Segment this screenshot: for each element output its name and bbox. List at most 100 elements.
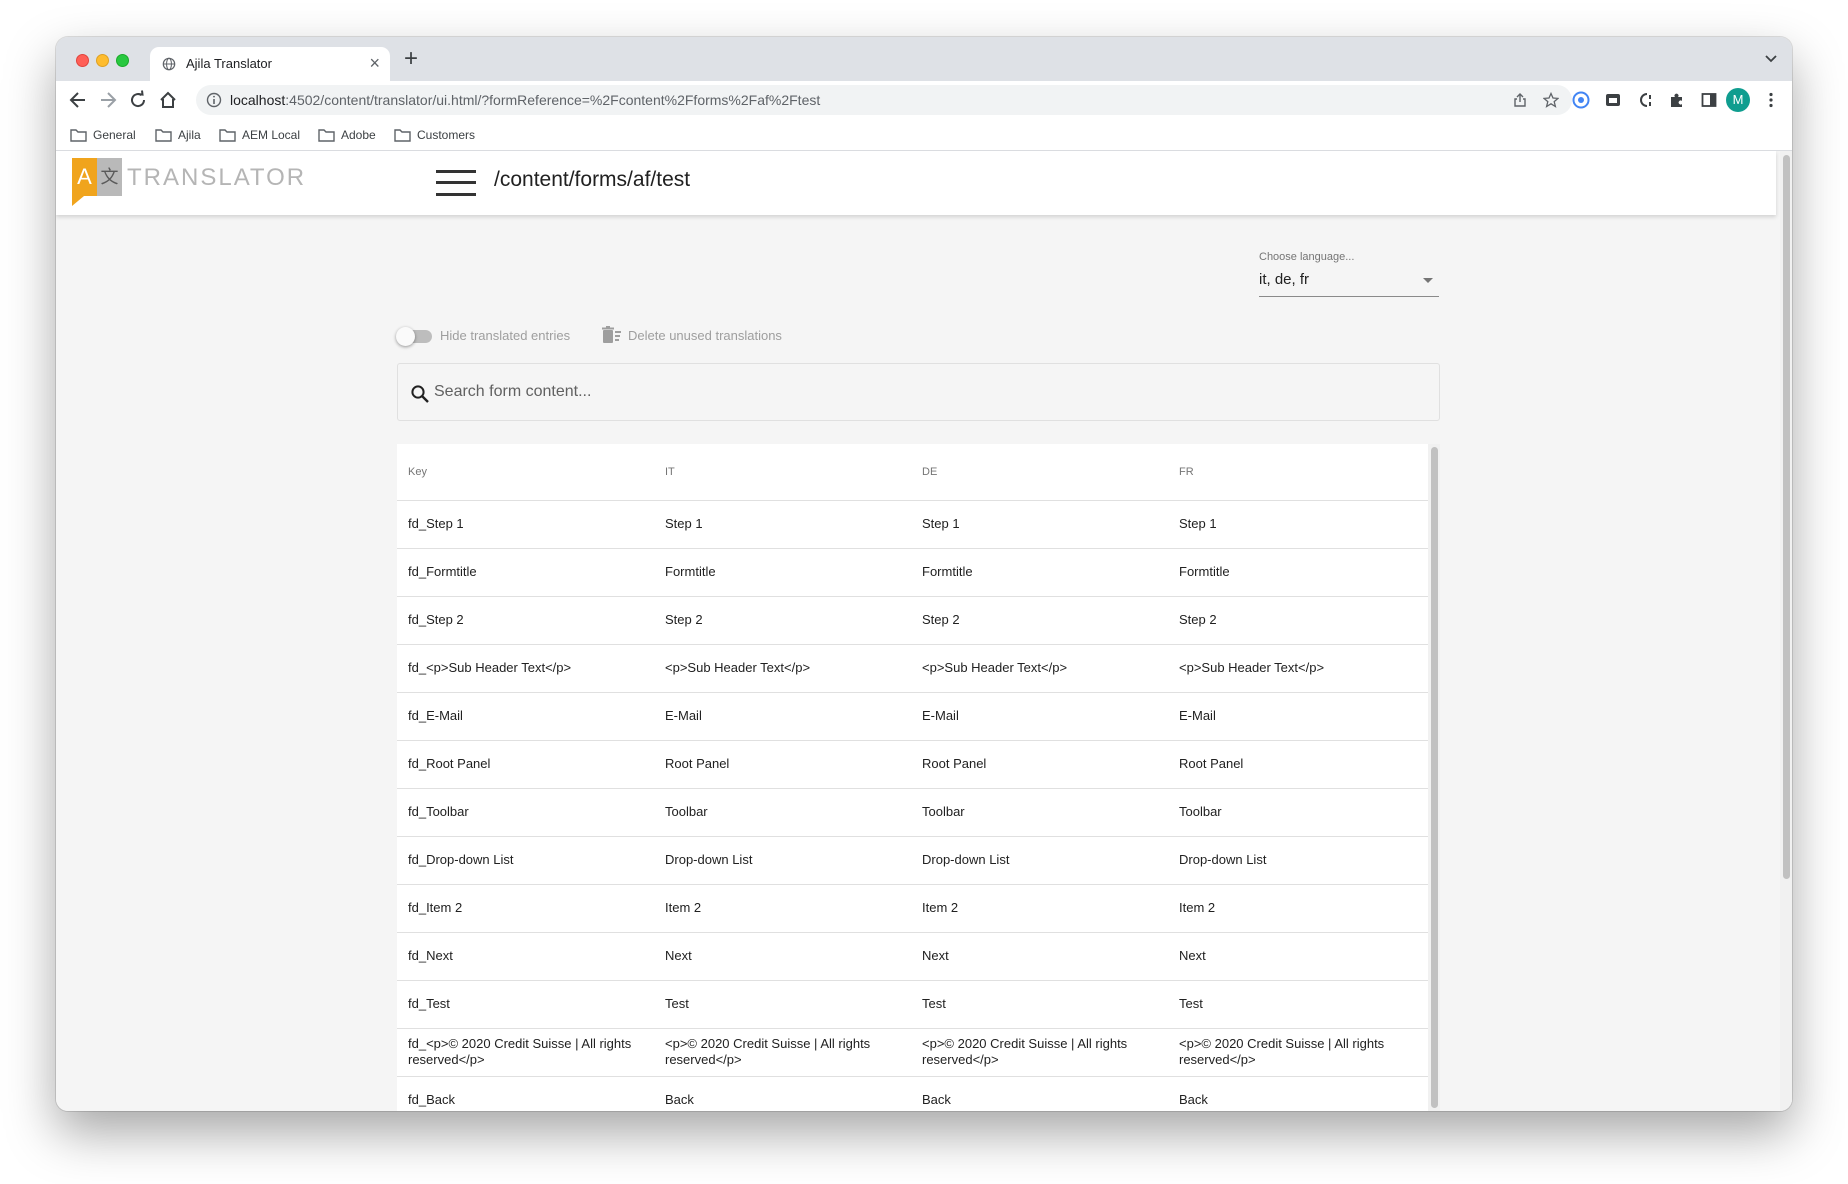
close-window-button[interactable] (76, 54, 89, 67)
table-row[interactable]: fd_Item 2 Item 2 Item 2 Item 2 (397, 884, 1428, 933)
hide-translated-toggle[interactable] (396, 327, 432, 346)
fr-cell[interactable]: Back (1168, 1076, 1428, 1111)
browser-tab[interactable]: Ajila Translator × (150, 47, 390, 81)
it-cell[interactable]: Root Panel (654, 740, 911, 789)
new-tab-button[interactable]: + (404, 47, 418, 71)
back-arrow-icon[interactable] (68, 90, 88, 110)
chevron-down-icon[interactable] (1764, 51, 1778, 65)
info-icon[interactable] (206, 92, 222, 108)
fr-cell[interactable]: E-Mail (1168, 692, 1428, 741)
de-cell[interactable]: <p>© 2020 Credit Suisse | All rights res… (911, 1028, 1168, 1077)
it-cell[interactable]: <p>© 2020 Credit Suisse | All rights res… (654, 1028, 911, 1077)
table-row[interactable]: fd_Root Panel Root Panel Root Panel Root… (397, 740, 1428, 789)
forward-arrow-icon[interactable] (98, 90, 118, 110)
url-text[interactable]: localhost:4502/content/translator/ui.htm… (230, 92, 820, 108)
table-row[interactable]: fd_<p>© 2020 Credit Suisse | All rights … (397, 1028, 1428, 1077)
de-cell[interactable]: Formtitle (911, 548, 1168, 597)
tab-close-icon[interactable]: × (369, 53, 380, 74)
de-cell[interactable]: Next (911, 932, 1168, 981)
it-cell[interactable]: Drop-down List (654, 836, 911, 885)
table-row[interactable]: fd_Step 1 Step 1 Step 1 Step 1 (397, 500, 1428, 549)
profile-avatar[interactable]: M (1726, 88, 1750, 112)
kebab-menu-icon[interactable] (1762, 91, 1780, 109)
side-panel-icon[interactable] (1700, 91, 1718, 109)
column-header-it[interactable]: IT (654, 444, 911, 501)
key-cell: fd_Step 2 (397, 596, 654, 645)
hamburger-menu-icon[interactable] (436, 167, 476, 199)
delete-unused-button[interactable]: Delete unused translations (628, 328, 782, 343)
extension-g-icon[interactable] (1572, 91, 1590, 109)
language-select-label: Choose language... (1259, 251, 1355, 263)
table-row[interactable]: fd_Drop-down List Drop-down List Drop-do… (397, 836, 1428, 885)
table-row[interactable]: fd_Back Back Back Back (397, 1076, 1428, 1111)
it-cell[interactable]: Step 2 (654, 596, 911, 645)
table-row[interactable]: fd_Formtitle Formtitle Formtitle Formtit… (397, 548, 1428, 597)
maximize-window-button[interactable] (116, 54, 129, 67)
puzzle-icon[interactable] (1668, 91, 1686, 109)
page-scrollbar[interactable] (1780, 151, 1792, 1111)
share-icon[interactable] (1512, 92, 1528, 108)
column-header-fr[interactable]: FR (1168, 444, 1428, 501)
table-row[interactable]: fd_Step 2 Step 2 Step 2 Step 2 (397, 596, 1428, 645)
de-cell[interactable]: <p>Sub Header Text</p> (911, 644, 1168, 693)
de-cell[interactable]: Step 1 (911, 500, 1168, 549)
hide-translated-label[interactable]: Hide translated entries (440, 328, 570, 343)
extension-window-icon[interactable] (1604, 91, 1622, 109)
de-cell[interactable]: Drop-down List (911, 836, 1168, 885)
it-cell[interactable]: Toolbar (654, 788, 911, 837)
de-cell[interactable]: Step 2 (911, 596, 1168, 645)
language-select-value: it, de, fr (1259, 271, 1310, 288)
fr-cell[interactable]: <p>Sub Header Text</p> (1168, 644, 1428, 693)
page-title: /content/forms/af/test (494, 168, 691, 191)
table-row[interactable]: fd_E-Mail E-Mail E-Mail E-Mail (397, 692, 1428, 741)
it-cell[interactable]: Next (654, 932, 911, 981)
home-icon[interactable] (158, 90, 178, 110)
de-cell[interactable]: Item 2 (911, 884, 1168, 933)
de-cell[interactable]: Root Panel (911, 740, 1168, 789)
table-scrollbar-thumb[interactable] (1431, 447, 1438, 1108)
it-cell[interactable]: Test (654, 980, 911, 1029)
it-cell[interactable]: Formtitle (654, 548, 911, 597)
fr-cell[interactable]: Root Panel (1168, 740, 1428, 789)
extension-code-icon[interactable] (1636, 91, 1654, 109)
bookmark-star-icon[interactable] (1543, 92, 1559, 108)
column-header-de[interactable]: DE (911, 444, 1168, 501)
url-path: :4502/content/translator/ui.html/?formRe… (285, 92, 821, 108)
app-header: A 文 TRANSLATOR /content/forms/af/test (56, 151, 1776, 215)
fr-cell[interactable]: Step 2 (1168, 596, 1428, 645)
column-header-key[interactable]: Key (397, 444, 654, 501)
minimize-window-button[interactable] (96, 54, 109, 67)
de-cell[interactable]: Toolbar (911, 788, 1168, 837)
search-input[interactable] (434, 378, 1424, 406)
fr-cell[interactable]: Toolbar (1168, 788, 1428, 837)
fr-cell[interactable]: Next (1168, 932, 1428, 981)
fr-cell[interactable]: Test (1168, 980, 1428, 1029)
address-bar[interactable]: localhost:4502/content/translator/ui.htm… (196, 85, 1572, 115)
it-cell[interactable]: E-Mail (654, 692, 911, 741)
it-cell[interactable]: <p>Sub Header Text</p> (654, 644, 911, 693)
translator-app: A 文 TRANSLATOR /content/forms/af/test Ch… (56, 151, 1792, 1111)
table-scrollbar[interactable] (1428, 444, 1440, 1111)
delete-sweep-icon[interactable] (602, 326, 622, 344)
it-cell[interactable]: Step 1 (654, 500, 911, 549)
it-cell[interactable]: Back (654, 1076, 911, 1111)
fr-cell[interactable]: Drop-down List (1168, 836, 1428, 885)
table-row[interactable]: fd_Test Test Test Test (397, 980, 1428, 1029)
url-host: localhost (230, 92, 286, 108)
de-cell[interactable]: Back (911, 1076, 1168, 1111)
fr-cell[interactable]: Formtitle (1168, 548, 1428, 597)
translate-icon: 文 (97, 158, 122, 196)
language-select[interactable]: Choose language... it, de, fr (1259, 251, 1439, 297)
fr-cell[interactable]: Step 1 (1168, 500, 1428, 549)
fr-cell[interactable]: Item 2 (1168, 884, 1428, 933)
table-row[interactable]: fd_Next Next Next Next (397, 932, 1428, 981)
page-scrollbar-thumb[interactable] (1783, 155, 1790, 879)
fr-cell[interactable]: <p>© 2020 Credit Suisse | All rights res… (1168, 1028, 1428, 1077)
table-row[interactable]: fd_Toolbar Toolbar Toolbar Toolbar (397, 788, 1428, 837)
translator-logo: A 文 (72, 158, 122, 206)
it-cell[interactable]: Item 2 (654, 884, 911, 933)
reload-icon[interactable] (128, 90, 148, 110)
de-cell[interactable]: E-Mail (911, 692, 1168, 741)
table-row[interactable]: fd_<p>Sub Header Text</p> <p>Sub Header … (397, 644, 1428, 693)
de-cell[interactable]: Test (911, 980, 1168, 1029)
